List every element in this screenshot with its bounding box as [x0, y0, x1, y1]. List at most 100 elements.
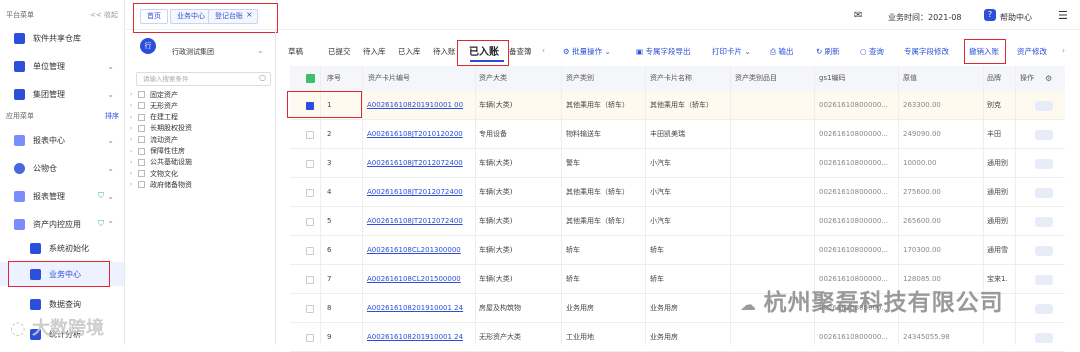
tree-search-input[interactable]: 请输入搜索条件 — [136, 72, 271, 86]
chevron-down-icon[interactable]: ⌄ — [257, 46, 264, 55]
tree-checkbox[interactable] — [138, 170, 145, 178]
asset-modify-button[interactable]: 资产修改 — [1017, 46, 1047, 57]
tree-item[interactable]: › 保障性住房 — [130, 146, 185, 157]
export-fields-button[interactable]: ▣ 专属字段导出 — [636, 46, 690, 57]
tab-submitted[interactable]: 已提交 — [328, 46, 351, 57]
gear-icon[interactable]: ⚙ — [1045, 74, 1052, 83]
row-checkbox[interactable] — [306, 305, 314, 313]
sidebar-item-data-query[interactable]: 数据查询 — [0, 292, 124, 316]
tab-pending-warehouse[interactable]: 待入库 — [363, 46, 386, 57]
sidebar: 平台菜单 << 收起 软件共享仓库 单位管理 ⌄ 集团管理 ⌄ 应用菜单 排序 … — [0, 0, 125, 345]
chevron-right-icon[interactable]: › — [130, 136, 138, 143]
batch-operation-button[interactable]: ⚙ 批量操作 ⌄ — [563, 46, 611, 57]
tab-in-warehouse[interactable]: 已入库 — [398, 46, 421, 57]
search-menu-icon[interactable]: ☰ — [1058, 9, 1068, 22]
cell-code[interactable]: A002616108JT2012072400 — [367, 207, 472, 236]
tree-checkbox[interactable] — [138, 124, 145, 132]
tree-item[interactable]: › 长期股权投资 — [130, 123, 192, 134]
mail-icon[interactable]: ✉ — [854, 10, 862, 21]
tree-checkbox[interactable] — [138, 181, 145, 189]
row-action-button[interactable] — [1035, 217, 1053, 227]
cell-code[interactable]: A002616108JT2012072400 — [367, 178, 472, 207]
tab-pending-posting[interactable]: 待入账 — [433, 46, 456, 57]
row-checkbox[interactable] — [306, 160, 314, 168]
query-button[interactable]: ○ 查询 — [860, 46, 884, 57]
edit-fields-button[interactable]: 专属字段修改 — [904, 46, 949, 57]
tab-draft[interactable]: 草稿 — [288, 46, 303, 57]
tree-item[interactable]: › 文物文化 — [130, 168, 178, 179]
row-action-button[interactable] — [1035, 188, 1053, 198]
cell-category: 警车 — [566, 159, 580, 167]
tree-checkbox[interactable] — [138, 147, 145, 155]
tree-item[interactable]: › 在建工程 — [130, 112, 178, 123]
row-checkbox[interactable] — [306, 218, 314, 226]
cell-no: 7 — [327, 275, 332, 283]
cell-code[interactable]: A002616108JT2010120200 — [367, 120, 472, 149]
tree-checkbox[interactable] — [138, 113, 145, 121]
collapse-button[interactable]: << 收起 — [90, 10, 118, 20]
chevron-right-icon[interactable]: › — [130, 159, 138, 166]
row-checkbox[interactable] — [306, 276, 314, 284]
tree-checkbox[interactable] — [138, 102, 145, 110]
tree-item-label: 保障性住房 — [150, 147, 185, 155]
select-all-checkbox[interactable] — [306, 74, 315, 83]
chevron-left-icon[interactable]: ‹ — [542, 46, 545, 55]
cell-code[interactable]: A002616108CL201300000 — [367, 236, 472, 265]
tree-item[interactable]: › 固定资产 — [130, 89, 178, 100]
sidebar-item-unit-management[interactable]: 单位管理 ⌄ — [0, 54, 124, 78]
tree-checkbox[interactable] — [138, 136, 145, 144]
sort-link[interactable]: 排序 — [105, 111, 119, 121]
tree-item[interactable]: › 流动资产 — [130, 134, 178, 145]
refresh-button[interactable]: ↻ 刷新 — [816, 46, 840, 57]
chevron-right-icon[interactable]: › — [130, 170, 138, 177]
chevron-right-icon[interactable]: › — [130, 181, 138, 188]
sidebar-item-public-warehouse[interactable]: 公物仓 ⌄ — [0, 156, 124, 180]
platform-menu-heading: 平台菜单 — [6, 11, 34, 19]
row-action-button[interactable] — [1035, 101, 1053, 111]
cell-code[interactable]: A002616108201910001 24 — [367, 294, 472, 323]
cell-category: 物料输送车 — [566, 130, 601, 138]
sidebar-item-system-init[interactable]: 系统初始化 — [0, 236, 124, 260]
tree-checkbox[interactable] — [138, 91, 145, 98]
sidebar-item-report-center[interactable]: 报表中心 ⌄ — [0, 128, 124, 152]
tree-item[interactable]: › 无形资产 — [130, 100, 178, 111]
row-action-button[interactable] — [1035, 275, 1053, 285]
sidebar-item-software-repo[interactable]: 软件共享仓库 — [0, 26, 124, 50]
row-action-button[interactable] — [1035, 333, 1053, 343]
sidebar-item-group-management[interactable]: 集团管理 ⌄ — [0, 82, 124, 106]
tab-reference-book[interactable]: 备查簿 — [509, 46, 532, 57]
tree-checkbox[interactable] — [138, 158, 145, 166]
print-card-button[interactable]: 打印卡片 ⌄ — [712, 46, 751, 57]
cell-code[interactable]: A002616108JT2012072400 — [367, 149, 472, 178]
chevron-right-icon[interactable]: › — [130, 91, 138, 98]
chevron-right-icon[interactable]: › — [130, 114, 138, 121]
cell-code[interactable]: A002616108CL201500000 — [367, 265, 472, 294]
tree-item[interactable]: › 政府储备物资 — [130, 179, 192, 190]
chevron-right-icon[interactable]: › — [130, 125, 138, 132]
tree-item-label: 长期股权投资 — [150, 124, 192, 133]
row-action-button[interactable] — [1035, 159, 1053, 169]
row-action-button[interactable] — [1035, 246, 1053, 256]
sidebar-item-report-management[interactable]: 报表管理 ⛉ ⌄ — [0, 184, 124, 208]
chevron-right-icon[interactable]: › — [130, 148, 138, 155]
tree-item[interactable]: › 公共基础设施 — [130, 157, 192, 168]
help-center-link[interactable]: 帮助中心 — [1000, 12, 1032, 23]
sidebar-item-asset-control[interactable]: 资产内控应用 ⛉ ⌃ — [0, 212, 124, 236]
row-checkbox[interactable] — [306, 247, 314, 255]
help-icon[interactable]: ? — [984, 9, 996, 21]
chevron-right-icon[interactable]: › — [130, 102, 138, 109]
brand-logo-icon: ◌ — [10, 318, 32, 339]
row-checkbox[interactable] — [306, 189, 314, 197]
cell-code[interactable]: A002616108201910001 24 — [367, 323, 472, 352]
search-icon[interactable]: ○ — [259, 73, 266, 82]
org-name[interactable]: 行政测试集团 — [172, 47, 214, 57]
output-button[interactable]: ⎙ 输出 — [770, 46, 793, 57]
sidebar-item-label: 报表中心 — [33, 135, 65, 145]
cell-code[interactable]: A002616108201910001 00 — [367, 91, 472, 120]
button-label: 输出 — [778, 47, 794, 56]
row-checkbox[interactable] — [306, 334, 314, 342]
row-action-button[interactable] — [1035, 130, 1053, 140]
chevron-right-icon[interactable]: › — [1062, 46, 1065, 55]
row-checkbox[interactable] — [306, 131, 314, 139]
row-action-button[interactable] — [1035, 304, 1053, 314]
